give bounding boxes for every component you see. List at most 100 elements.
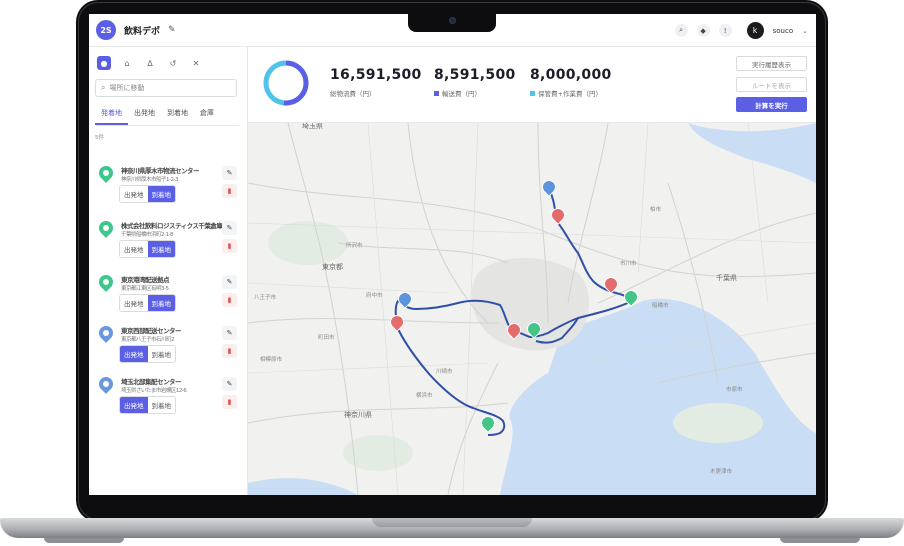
map-label-funabashi: 船橋市 <box>652 303 669 309</box>
history-icon[interactable]: ↺ <box>166 56 180 70</box>
road-icon[interactable]: ∆ <box>143 56 157 70</box>
list-item[interactable]: 神奈川県厚木市物流センター 神奈川県厚木市船子1-2-3 出発地 到着地 ✎ ▮ <box>89 163 248 220</box>
storage-cost-value: 8,000,000 <box>530 67 612 83</box>
destination-option[interactable]: 到着地 <box>147 397 175 413</box>
total-cost-stat: 16,591,500 総物流費（円） <box>330 67 422 98</box>
trash-icon[interactable]: ▮ <box>222 184 237 198</box>
origin-destination-toggle: 出発地 到着地 <box>119 396 176 414</box>
transport-legend-swatch <box>434 90 439 96</box>
pencil-icon[interactable]: ✎ <box>168 25 176 35</box>
search-input[interactable] <box>109 84 230 92</box>
tab-destination[interactable]: 到着地 <box>161 105 194 125</box>
origin-option[interactable]: 出発地 <box>120 397 148 413</box>
map-label-ichikawa: 市川市 <box>620 261 637 267</box>
location-pin-icon[interactable]: ● <box>97 56 111 70</box>
warehouse-icon[interactable]: ⌂ <box>120 56 134 70</box>
info-icon[interactable]: ! <box>718 24 732 37</box>
map-label-machida: 町田市 <box>318 335 335 341</box>
location-name: 神奈川県厚木市物流センター <box>121 167 200 175</box>
app-screen: 2S 飲料デポ ✎ ⌕ ◆ ! k souco ⌄ ● ⌂ ∆ ↺ ✕ ⌕ 発着… <box>89 14 816 495</box>
list-item[interactable]: 東京港湾配送拠点 東京都江東区有明3-5 出発地 到着地 ✎ ▮ <box>89 272 248 329</box>
pencil-icon[interactable]: ✎ <box>222 166 237 180</box>
origin-option[interactable]: 出発地 <box>120 186 148 202</box>
cost-donut-chart <box>263 60 309 106</box>
mode-toolbar: ● ⌂ ∆ ↺ ✕ <box>89 47 247 70</box>
wrench-icon[interactable]: ✕ <box>189 56 203 70</box>
destination-option[interactable]: 到着地 <box>147 241 175 257</box>
destination-option[interactable]: 到着地 <box>147 295 175 311</box>
origin-destination-toggle: 出発地 到着地 <box>119 294 176 312</box>
location-pin-icon <box>96 374 116 394</box>
map-label-chiba: 千葉県 <box>716 274 737 282</box>
show-route-button[interactable]: ルートを表示 <box>736 77 807 92</box>
map-label-ichihara: 市原市 <box>726 387 743 393</box>
bell-icon[interactable]: ◆ <box>696 24 710 37</box>
origin-option[interactable]: 出発地 <box>120 346 148 362</box>
search-icon[interactable]: ⌕ <box>674 24 688 37</box>
workspace-name: 飲料デポ <box>124 26 161 37</box>
destination-option[interactable]: 到着地 <box>147 186 175 202</box>
trash-icon[interactable]: ▮ <box>222 395 237 409</box>
list-item[interactable]: 東京西部配送センター 東京都八王子市石川町2 出発地 到着地 ✎ ▮ <box>89 323 248 380</box>
map-label-tokyo: 東京都 <box>322 263 343 271</box>
transport-cost-legend: 輸送費（円） <box>434 88 516 98</box>
result-count: 5件 <box>95 135 104 141</box>
park-area-1 <box>268 221 348 265</box>
laptop-base <box>0 518 904 538</box>
user-name[interactable]: souco <box>773 27 794 35</box>
laptop-base-notch <box>372 518 532 527</box>
pencil-icon[interactable]: ✎ <box>222 326 237 340</box>
trash-icon[interactable]: ▮ <box>222 293 237 307</box>
trash-icon[interactable]: ▮ <box>222 344 237 358</box>
route-map[interactable]: 埼玉県 東京都 神奈川県 千葉県 川崎市 横浜市 相模原市 八王子市 町田市 船… <box>248 123 816 495</box>
storage-cost-label: 保管費+作業費（円） <box>538 90 602 98</box>
cost-summary: 16,591,500 総物流費（円） 8,591,500 輸送費（円） 8,00… <box>248 47 816 123</box>
transport-cost-value: 8,591,500 <box>434 67 516 83</box>
northeast-lake <box>688 123 816 183</box>
location-name: 株式会社飲料ロジスティクス千葉倉庫 <box>121 222 223 230</box>
map-label-sagamihara: 相模原市 <box>260 357 283 363</box>
total-cost-value: 16,591,500 <box>330 67 422 83</box>
map-label-tokorozawa: 所沢市 <box>346 243 363 249</box>
origin-option[interactable]: 出発地 <box>120 241 148 257</box>
sagami-bay-water <box>248 478 358 495</box>
location-address: 東京都八王子市石川町2 <box>121 337 175 343</box>
topbar-actions: ⌕ ◆ ! k souco ⌄ <box>674 14 808 47</box>
run-calculation-button[interactable]: 計算を実行 <box>736 97 807 112</box>
sidebar: ● ⌂ ∆ ↺ ✕ ⌕ 発着地 出発地 到着地 倉庫 5件 神奈川県厚木市物流セ… <box>89 47 248 495</box>
location-tabs: 発着地 出発地 到着地 倉庫 <box>95 105 247 125</box>
tab-origin[interactable]: 出発地 <box>128 105 161 125</box>
show-history-button[interactable]: 実行履歴表示 <box>736 56 807 71</box>
list-item[interactable]: 埼玉北部集配センター 埼玉県さいたま市岩槻区12-6 出発地 到着地 ✎ ▮ <box>89 374 248 431</box>
location-address: 埼玉県さいたま市岩槻区12-6 <box>121 388 187 394</box>
destination-option[interactable]: 到着地 <box>147 346 175 362</box>
workspace-badge[interactable]: 2S <box>96 20 116 40</box>
location-pin-icon <box>96 272 116 292</box>
laptop-foot-left <box>44 538 124 543</box>
total-cost-label: 総物流費（円） <box>330 90 376 98</box>
tab-warehouse[interactable]: 倉庫 <box>194 105 220 125</box>
storage-legend-swatch <box>530 90 535 96</box>
tabs-divider <box>95 125 239 126</box>
pencil-icon[interactable]: ✎ <box>222 275 237 289</box>
location-pin-icon <box>96 218 116 238</box>
pencil-icon[interactable]: ✎ <box>222 377 237 391</box>
map-label-yokohama: 横浜市 <box>416 393 433 399</box>
list-item[interactable]: 株式会社飲料ロジスティクス千葉倉庫 千葉県船橋市浜町2-1-8 出発地 到着地 … <box>89 218 248 275</box>
avatar[interactable]: k <box>746 22 764 39</box>
camera-notch <box>408 12 496 32</box>
location-name: 東京西部配送センター <box>121 327 182 335</box>
trash-icon[interactable]: ▮ <box>222 239 237 253</box>
chevron-down-icon[interactable]: ⌄ <box>802 27 808 35</box>
map-label-hachioji: 八王子市 <box>254 295 277 301</box>
origin-option[interactable]: 出発地 <box>120 295 148 311</box>
map-canvas <box>248 123 816 495</box>
map-label-saitama: 埼玉県 <box>302 123 323 130</box>
tab-both[interactable]: 発着地 <box>95 105 128 125</box>
map-label-kisarazu: 木更津市 <box>710 469 733 475</box>
origin-destination-toggle: 出発地 到着地 <box>119 345 176 363</box>
map-label-kashiwa: 柏市 <box>650 207 662 213</box>
storage-cost-stat: 8,000,000 保管費+作業費（円） <box>530 67 612 98</box>
pencil-icon[interactable]: ✎ <box>222 221 237 235</box>
transport-cost-label: 輸送費（円） <box>442 90 481 98</box>
